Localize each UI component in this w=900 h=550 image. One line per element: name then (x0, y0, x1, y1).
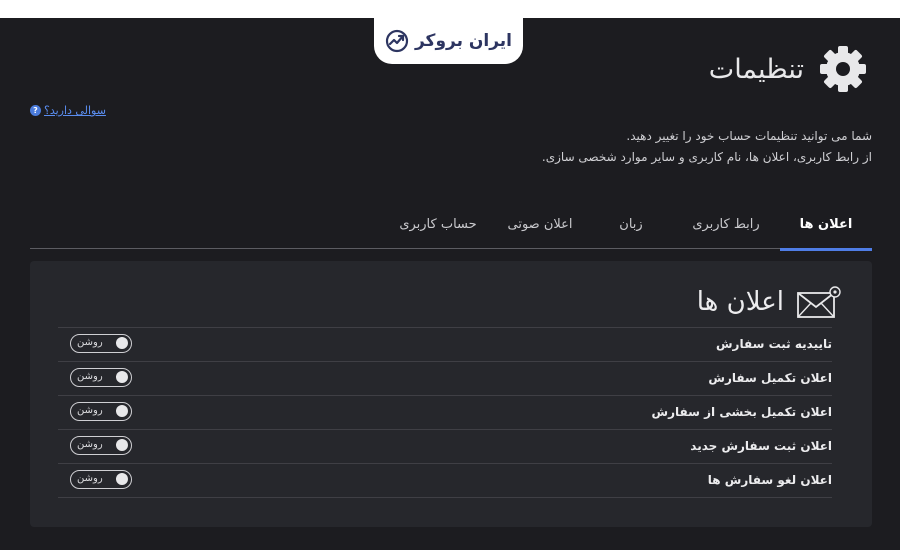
help-link-label[interactable]: سوالی دارید؟ (44, 104, 106, 117)
toggle-label: روشن (77, 439, 103, 450)
description-line-1: شما می توانید تنظیمات حساب خود را تغییر … (626, 129, 872, 143)
notification-row: اعلان تکمیل سفارش روشن (58, 362, 832, 396)
notification-toggle[interactable]: روشن (70, 334, 132, 353)
toggle-knob (116, 473, 128, 485)
toggle-label: روشن (77, 337, 103, 348)
toggle-label: روشن (77, 473, 103, 484)
notification-label: تاییدیه ثبت سفارش (715, 337, 832, 351)
tab-user-interface[interactable]: رابط کاربری (672, 204, 780, 248)
section-header: اعلان ها (697, 282, 842, 322)
settings-window: ایران بروکر تنظیمات ? سوالی دارید؟ شما م… (0, 18, 900, 550)
notification-toggle[interactable]: روشن (70, 470, 132, 489)
page-title: تنظیمات (708, 53, 804, 85)
toggle-knob (116, 371, 128, 383)
toggle-knob (116, 405, 128, 417)
notification-label: اعلان تکمیل سفارش (708, 371, 832, 385)
toggle-knob (116, 439, 128, 451)
question-icon: ? (30, 105, 41, 116)
notifications-panel: اعلان ها تاییدیه ثبت سفارش روشن اعلان تک… (30, 261, 872, 527)
toggle-label: روشن (77, 405, 103, 416)
notification-label: اعلان ثبت سفارش جدید (690, 439, 832, 453)
notification-row: اعلان تکمیل بخشی از سفارش روشن (58, 396, 832, 430)
notification-toggle[interactable]: روشن (70, 368, 132, 387)
toggle-knob (116, 337, 128, 349)
notification-label: اعلان تکمیل بخشی از سفارش (651, 405, 832, 419)
settings-description: شما می توانید تنظیمات حساب خود را تغییر … (542, 126, 872, 168)
tab-sound-notification[interactable]: اعلان صوتی (490, 204, 590, 248)
notification-list: تاییدیه ثبت سفارش روشن اعلان تکمیل سفارش… (58, 327, 832, 498)
help-link[interactable]: ? سوالی دارید؟ (30, 104, 106, 117)
gear-icon (818, 44, 868, 94)
toggle-label: روشن (77, 371, 103, 382)
trend-chart-icon (385, 29, 409, 53)
notification-toggle[interactable]: روشن (70, 402, 132, 421)
brand-logo[interactable]: ایران بروکر (374, 18, 523, 64)
envelope-icon (796, 285, 842, 319)
notification-row: اعلان لغو سفارش ها روشن (58, 464, 832, 498)
description-line-2: از رابط کاربری، اعلان ها، نام کاربری و س… (541, 150, 872, 164)
tab-user-account[interactable]: حساب کاربری (386, 204, 490, 248)
tab-language[interactable]: زبان (590, 204, 672, 248)
page-header: تنظیمات (709, 44, 868, 94)
section-title: اعلان ها (696, 287, 784, 317)
notification-label: اعلان لغو سفارش ها (707, 473, 832, 487)
brand-name: ایران بروکر (414, 31, 513, 51)
notification-toggle[interactable]: روشن (70, 436, 132, 455)
settings-tabs: اعلان ها رابط کاربری زبان اعلان صوتی حسا… (30, 204, 872, 251)
tab-notifications[interactable]: اعلان ها (780, 204, 872, 251)
notification-row: اعلان ثبت سفارش جدید روشن (58, 430, 832, 464)
notification-row: تاییدیه ثبت سفارش روشن (58, 328, 832, 362)
